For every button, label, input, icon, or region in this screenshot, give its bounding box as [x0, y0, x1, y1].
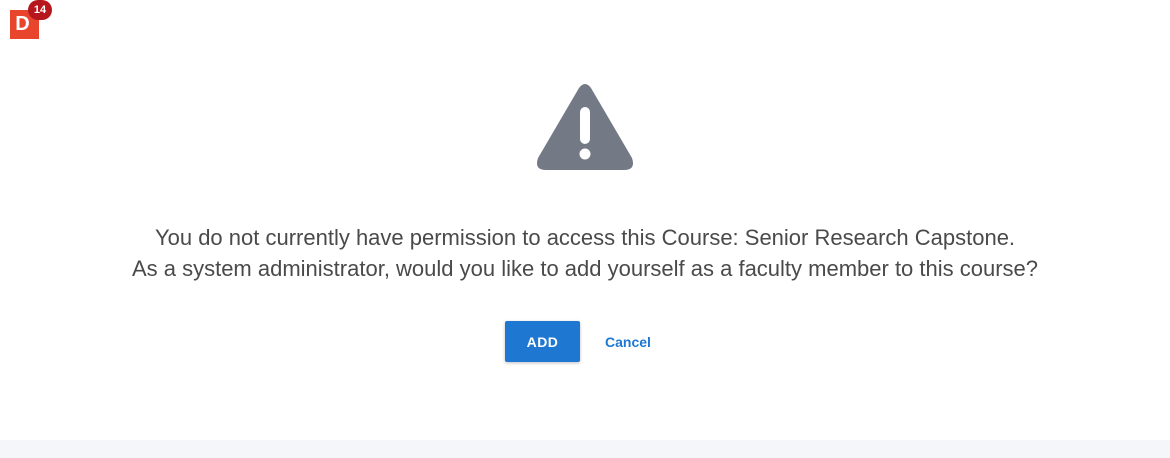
- permission-page: D 14 You do not currently have permissio…: [0, 0, 1170, 458]
- notification-badge[interactable]: 14: [28, 0, 52, 20]
- warning-triangle-icon: [535, 83, 635, 171]
- permission-message: You do not currently have permission to …: [0, 222, 1170, 284]
- app-logo-letter: D: [15, 13, 30, 35]
- action-bar: ADD Cancel: [505, 321, 651, 362]
- message-line-1: You do not currently have permission to …: [154, 225, 1016, 250]
- add-button[interactable]: ADD: [505, 321, 580, 362]
- cancel-button[interactable]: Cancel: [605, 334, 651, 350]
- message-line-2: As a system administrator, would you lik…: [131, 256, 1039, 281]
- footer-band: [0, 440, 1170, 458]
